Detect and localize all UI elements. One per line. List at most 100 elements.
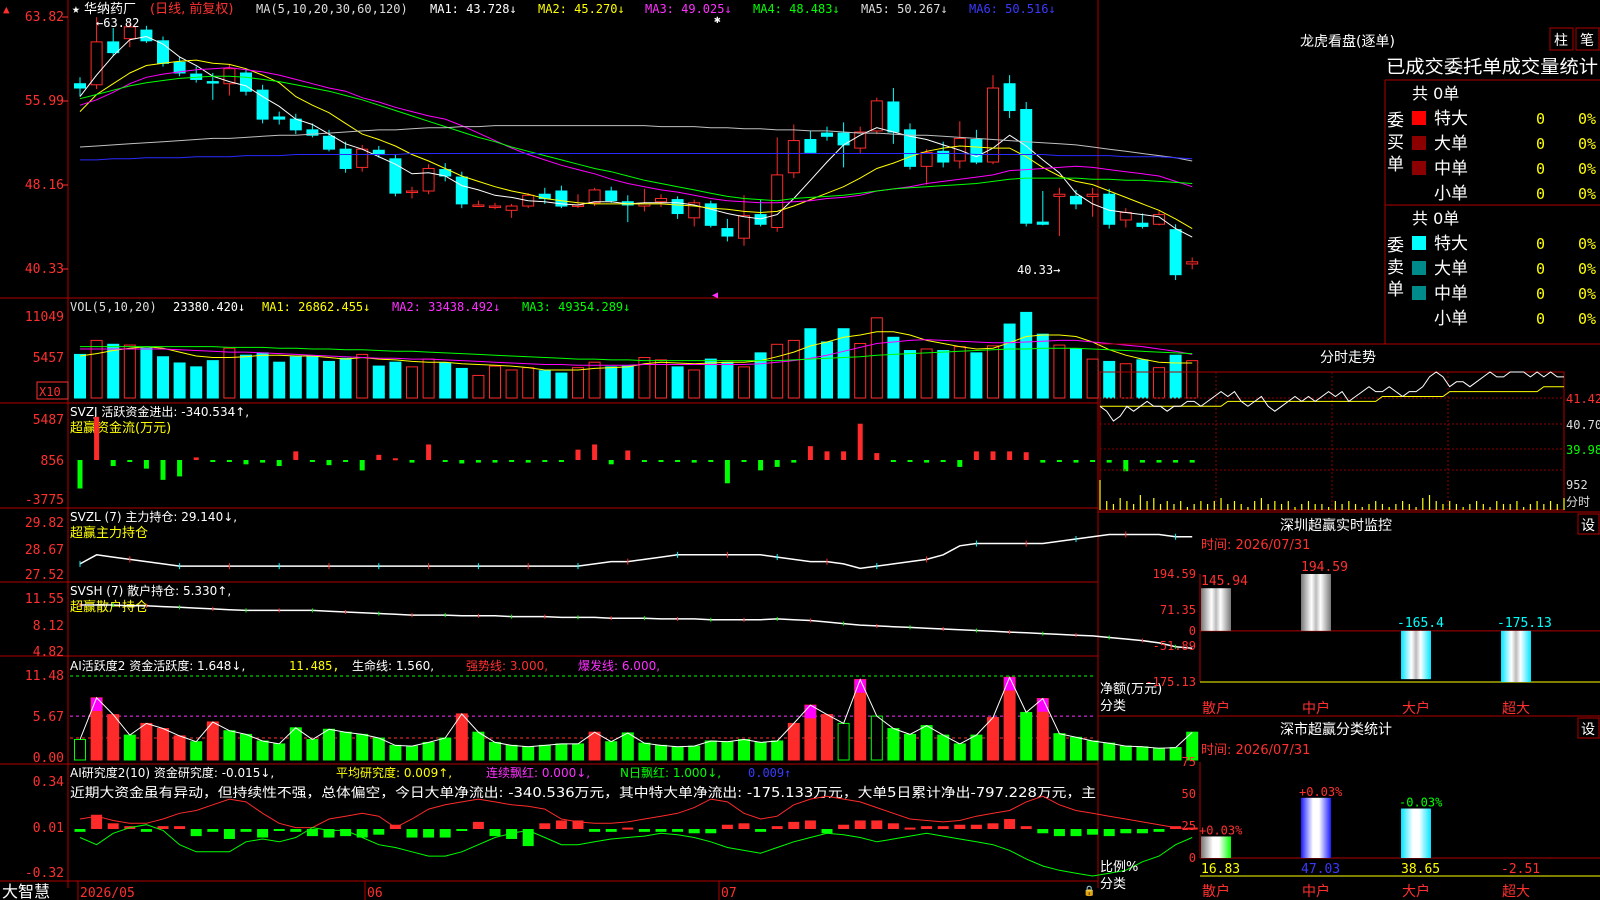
research-bar — [1153, 829, 1165, 832]
svzl-tick: 27.52 — [25, 568, 64, 583]
period-label[interactable]: (日线, 前复权) — [150, 1, 233, 17]
candle-body — [1053, 193, 1066, 197]
side-row-count: 0 — [1536, 310, 1545, 328]
fund-flow-bar — [309, 460, 315, 462]
fund-flow-bar — [542, 460, 548, 462]
research-bar — [721, 824, 733, 829]
fund-flow-bar — [276, 460, 282, 467]
side-swatch — [1412, 111, 1426, 125]
fund-flow-bar — [691, 460, 697, 463]
candle-body — [74, 83, 86, 89]
fund-flow-bar — [658, 460, 664, 462]
candle-body — [588, 189, 601, 204]
stat-bottom-label: 38.65 — [1401, 862, 1440, 877]
fund-flow-bar — [857, 423, 863, 460]
volume-bar — [837, 328, 850, 399]
stock-name[interactable]: 华纳药厂 — [84, 2, 136, 17]
side-row-count: 0 — [1536, 135, 1545, 153]
volume-bar — [356, 353, 369, 399]
ai-activity-bar — [688, 745, 701, 761]
stat-tick: 25 — [1182, 819, 1196, 833]
research-bar — [605, 829, 617, 832]
research-bar — [1004, 819, 1016, 829]
fund-flow-bar — [907, 460, 913, 462]
research-bar — [74, 829, 86, 832]
ai-activity-bar — [455, 713, 468, 761]
fund-flow-bar — [492, 460, 498, 463]
stat-tick: 0 — [1189, 851, 1196, 865]
fund-flow-bar — [675, 460, 681, 462]
fund-flow-bar — [924, 460, 930, 463]
candle-body — [455, 176, 468, 205]
scroll-up-icon[interactable]: ▲ — [3, 3, 10, 16]
monitor-tick: 0 — [1189, 624, 1196, 638]
fund-flow-bar — [459, 460, 465, 464]
fund-flow-bar — [77, 460, 83, 489]
ai-activity-bar — [223, 730, 236, 761]
research-bar — [788, 821, 800, 829]
candle-body — [1169, 229, 1182, 276]
ai-activity-bar — [505, 744, 518, 761]
svzl-subtitle: 超赢主力持仓 — [70, 525, 148, 541]
volume-bar — [970, 352, 983, 399]
research-bar — [838, 824, 850, 829]
research-bar — [970, 824, 982, 829]
candle-body — [356, 148, 369, 168]
candle-body — [704, 203, 717, 226]
candle-body — [140, 29, 153, 42]
research-bar — [423, 829, 435, 838]
lock-icon[interactable]: 🔒 — [1083, 885, 1095, 897]
ai2-note: 近期大资金虽有异动，但持续性不强，总体偏空，今日大单净流出: -340.536万… — [70, 785, 1096, 801]
ai-activity-bar — [206, 721, 219, 761]
fund-flow-bar — [293, 451, 299, 460]
side-label-char: 单 — [1387, 155, 1404, 175]
ai-activity-burst — [1037, 698, 1049, 712]
volume-bar — [1186, 360, 1199, 399]
research-bar — [738, 823, 750, 829]
ai2-tick: 0.34 — [33, 775, 64, 790]
research-bar — [207, 829, 219, 832]
research-bar — [174, 826, 186, 829]
monitor-bar — [1301, 574, 1331, 631]
research-bar — [240, 829, 252, 832]
candle-body — [721, 228, 734, 237]
candle-body — [1020, 108, 1033, 224]
ai-activity-bar — [754, 741, 767, 761]
vol-param: VOL(5,10,20) — [70, 300, 157, 314]
ai-activity-bar — [655, 744, 667, 761]
stat-settings-label: 设 — [1581, 722, 1595, 738]
ai-activity-bar — [74, 739, 86, 761]
marker-icon: ✱ — [714, 13, 721, 26]
volume-bar — [206, 360, 219, 399]
volume-bar — [787, 339, 800, 399]
research-bar — [190, 829, 202, 837]
side-row-name: 小单 — [1434, 309, 1468, 329]
candle-body — [920, 151, 933, 167]
research-bar — [1087, 829, 1099, 835]
ai2-tick: 0.01 — [33, 821, 64, 836]
monitor-tick: -51.89 — [1153, 639, 1196, 653]
ai-activity-bar — [1136, 746, 1149, 761]
research-bar — [539, 823, 551, 829]
side-row-count: 0 — [1536, 285, 1545, 303]
volume-bar — [671, 366, 684, 399]
fund-flow-bar — [127, 460, 133, 462]
ai-activity-bar — [522, 746, 535, 761]
ai-activity-bar — [422, 741, 435, 761]
intraday-title: 分时走势 — [1320, 350, 1376, 366]
fund-flow-bar — [841, 451, 847, 460]
price-tick: 48.16 — [25, 178, 64, 193]
ai-activity-bar — [123, 734, 136, 761]
fund-flow-bar — [940, 460, 946, 462]
research-bar — [771, 826, 783, 829]
research-bar — [489, 829, 501, 837]
volume-bar — [655, 359, 667, 399]
fund-flow-bar — [160, 460, 166, 480]
volume-bar — [854, 343, 867, 399]
volume-bar — [472, 374, 485, 399]
candle-body — [90, 41, 103, 86]
stock-terminal: ★ 华纳药厂 (日线, 前复权) MA(5,10,20,30,60,120) M… — [0, 0, 1600, 900]
candle-body — [738, 215, 750, 239]
research-bar — [1120, 829, 1132, 834]
ai-activity-bar — [621, 732, 634, 761]
